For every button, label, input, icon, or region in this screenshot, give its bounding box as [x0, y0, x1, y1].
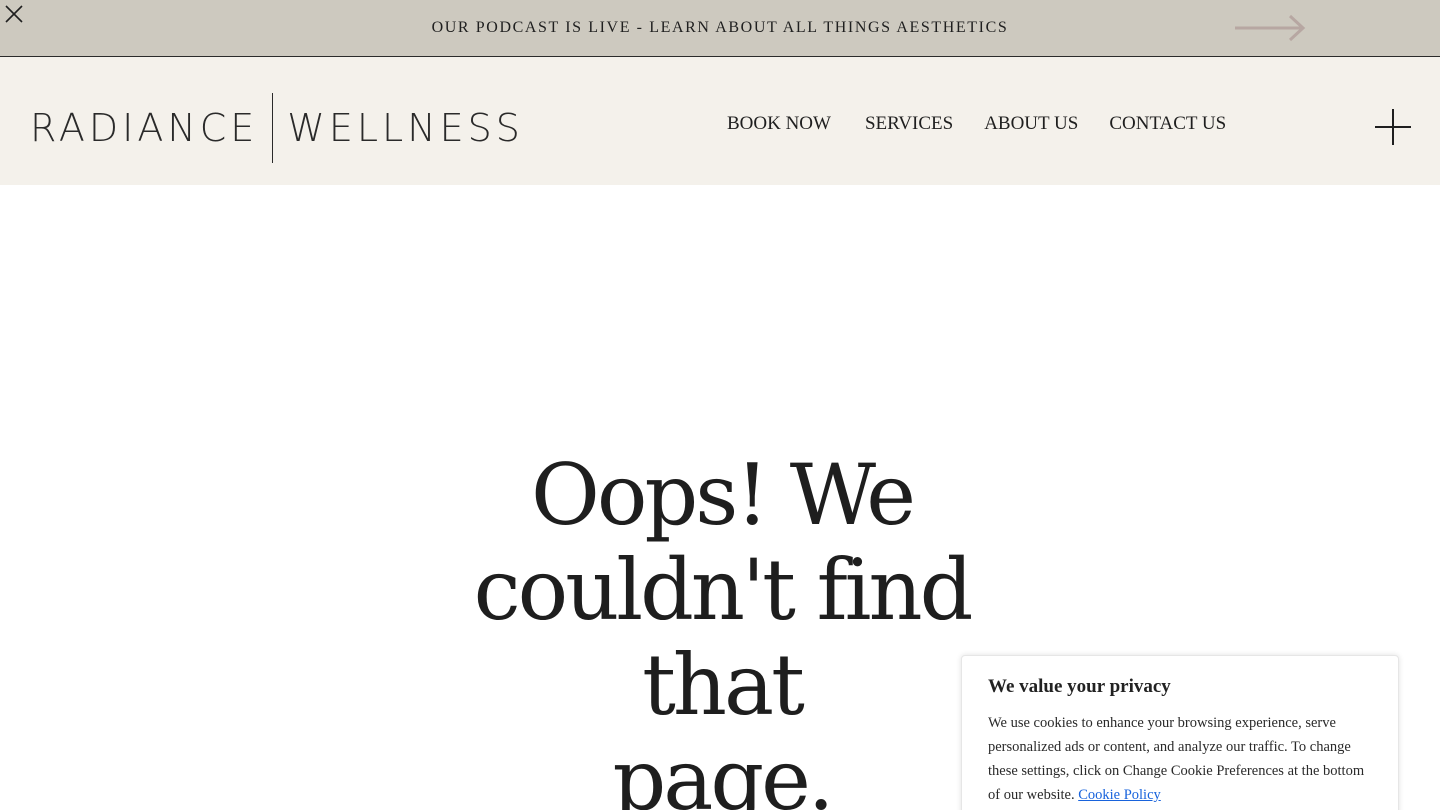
plus-icon[interactable]	[1374, 108, 1412, 146]
logo[interactable]: RADIANCE WELLNESS	[30, 93, 524, 163]
nav-services[interactable]: SERVICES	[865, 113, 953, 135]
page-title: Oops! We couldn't find that page.	[420, 448, 1024, 810]
cookie-policy-link[interactable]: Cookie Policy	[1078, 787, 1161, 803]
nav-about-us[interactable]: ABOUT US	[984, 113, 1078, 135]
cookie-body: We use cookies to enhance your browsing …	[988, 711, 1372, 807]
announcement-bar: OUR PODCAST IS LIVE - LEARN ABOUT ALL TH…	[0, 0, 1440, 57]
nav-contact-us[interactable]: CONTACT US	[1109, 113, 1226, 135]
site-header: RADIANCE WELLNESS BOOK NOW SERVICES ABOU…	[0, 57, 1440, 185]
page: OUR PODCAST IS LIVE - LEARN ABOUT ALL TH…	[0, 0, 1440, 810]
page-title-line-3: page.	[612, 731, 834, 810]
announcement-text[interactable]: OUR PODCAST IS LIVE - LEARN ABOUT ALL TH…	[0, 0, 1440, 56]
cookie-body-text: We use cookies to enhance your browsing …	[988, 715, 1365, 803]
cookie-banner: We value your privacy We use cookies to …	[961, 655, 1399, 810]
page-title-line-1: Oops! We	[531, 446, 916, 544]
cookie-title: We value your privacy	[988, 676, 1171, 697]
page-title-line-2: couldn't find that	[473, 541, 974, 734]
logo-word-left: RADIANCE	[30, 106, 259, 150]
main-nav: BOOK NOW SERVICES ABOUT US CONTACT US	[727, 113, 1226, 135]
nav-book-now[interactable]: BOOK NOW	[727, 113, 831, 135]
arrow-right-icon[interactable]	[1234, 14, 1306, 42]
logo-divider	[272, 93, 274, 163]
logo-word-right: WELLNESS	[287, 106, 524, 150]
